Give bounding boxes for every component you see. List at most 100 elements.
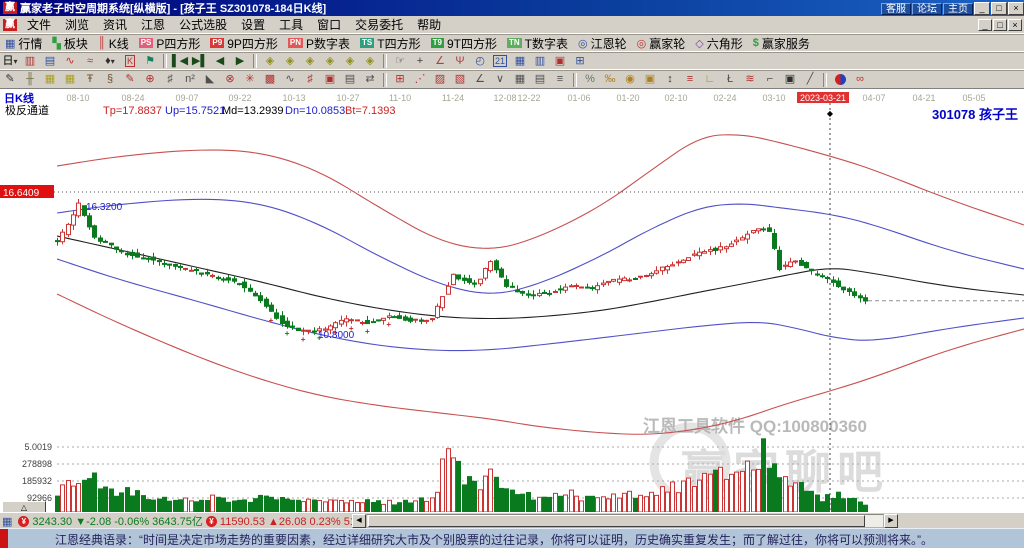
titlebar-link-1[interactable]: 论坛 bbox=[912, 3, 942, 15]
angle-line-icon[interactable]: ∠ bbox=[430, 53, 450, 69]
pan-hand-icon[interactable]: ☞ bbox=[390, 53, 410, 69]
menu-item-7[interactable]: 窗口 bbox=[310, 17, 348, 33]
infinity-icon[interactable]: ∞ bbox=[850, 72, 870, 88]
compress-h-icon[interactable]: ◈ bbox=[300, 53, 320, 69]
pen-red-icon[interactable]: ✎ bbox=[120, 72, 140, 88]
list-box-icon[interactable]: ▤ bbox=[530, 72, 550, 88]
slope-icon[interactable]: ╱ bbox=[800, 72, 820, 88]
dense-grid-icon[interactable]: ▤ bbox=[340, 72, 360, 88]
winner-service-button[interactable]: $赢家服务 bbox=[748, 35, 815, 51]
period-day-dropdown[interactable]: 日▾ bbox=[0, 53, 20, 69]
updown-icon[interactable]: ↕ bbox=[660, 72, 680, 88]
zoom-out-icon[interactable]: ◈ bbox=[260, 53, 280, 69]
9p-square-button[interactable]: P99P四方形 bbox=[205, 35, 282, 51]
wave-large-icon[interactable]: ≈ bbox=[80, 53, 100, 69]
circle-cross-icon[interactable]: ⊕ bbox=[140, 72, 160, 88]
menu-item-6[interactable]: 工具 bbox=[272, 17, 310, 33]
hatch-red2-icon[interactable]: ▧ bbox=[450, 72, 470, 88]
minimize-button[interactable]: _ bbox=[974, 2, 990, 15]
save-icon[interactable]: ▣ bbox=[550, 53, 570, 69]
right-angle-icon[interactable]: ∟ bbox=[700, 72, 720, 88]
comb-grid-icon[interactable]: ♯ bbox=[160, 72, 180, 88]
scrollbar-thumb[interactable] bbox=[368, 515, 865, 527]
target-red-icon[interactable]: ⊗ bbox=[220, 72, 240, 88]
shaded-box-icon[interactable]: ▩ bbox=[260, 72, 280, 88]
kline-chart-area[interactable]: 江恩工具软件 QQ:100800360赢家聊吧08-1008-2409-0709… bbox=[0, 88, 1024, 512]
calendar-21-icon[interactable]: 21 bbox=[490, 53, 510, 69]
titlebar-link-2[interactable]: 主页 bbox=[943, 3, 973, 15]
spiral-icon[interactable]: § bbox=[100, 72, 120, 88]
band-red-icon[interactable]: ♯ bbox=[300, 72, 320, 88]
anchor-box-icon[interactable]: ⊞ bbox=[390, 72, 410, 88]
pencil-tool-icon[interactable]: ✎ bbox=[0, 72, 20, 88]
menu-item-0[interactable]: 文件 bbox=[20, 17, 58, 33]
close-button[interactable]: × bbox=[1008, 2, 1024, 15]
gann-fan-icon[interactable]: Ψ bbox=[450, 53, 470, 69]
fan-lines-icon[interactable]: ⋰ bbox=[410, 72, 430, 88]
gann-wheel-button[interactable]: ◎江恩轮 bbox=[573, 35, 632, 51]
data-table-icon[interactable]: ▥ bbox=[530, 53, 550, 69]
sectors-button[interactable]: ▚板块 bbox=[47, 35, 92, 51]
winner-wheel-button[interactable]: ◎赢家轮 bbox=[632, 35, 691, 51]
t-number-table-button[interactable]: TNT数字表 bbox=[502, 35, 573, 51]
dark-box-icon[interactable]: ▣ bbox=[780, 72, 800, 88]
t-bar-icon[interactable]: Ŧ bbox=[80, 72, 100, 88]
prev-bar-icon[interactable]: ◀ bbox=[210, 53, 230, 69]
first-bar-icon[interactable]: ▌◀ bbox=[170, 53, 190, 69]
menu-item-1[interactable]: 浏览 bbox=[58, 17, 96, 33]
menu-item-9[interactable]: 帮助 bbox=[410, 17, 448, 33]
layers-icon[interactable]: ≡ bbox=[680, 72, 700, 88]
zoom-in-icon[interactable]: ◈ bbox=[280, 53, 300, 69]
compress-v-icon[interactable]: ◈ bbox=[340, 53, 360, 69]
scroll-right-button[interactable]: ▶ bbox=[884, 514, 898, 528]
menu-item-4[interactable]: 公式选股 bbox=[172, 17, 234, 33]
gann-box-yellow-icon[interactable]: ▦ bbox=[40, 72, 60, 88]
candlestick-chart[interactable]: 江恩工具软件 QQ:100800360赢家聊吧08-1008-2409-0709… bbox=[0, 89, 1024, 513]
hatch-red-icon[interactable]: ▨ bbox=[430, 72, 450, 88]
triangle-tool-icon[interactable]: ◣ bbox=[200, 72, 220, 88]
last-bar-icon[interactable]: ▶▌ bbox=[190, 53, 210, 69]
expand-all-icon[interactable]: ◈ bbox=[360, 53, 380, 69]
child-close-button[interactable]: × bbox=[1008, 19, 1022, 31]
t-square-button[interactable]: TST四方形 bbox=[355, 35, 426, 51]
l-lines-icon[interactable]: Ł bbox=[720, 72, 740, 88]
tri-lines-icon[interactable]: ≡ bbox=[550, 72, 570, 88]
kline-style-icon[interactable]: ▥ bbox=[20, 53, 40, 69]
starburst-icon[interactable]: ✳ bbox=[240, 72, 260, 88]
9t-square-button[interactable]: T99T四方形 bbox=[426, 35, 502, 51]
quotes-grid-icon[interactable]: ▦ bbox=[2, 515, 12, 528]
p-number-table-button[interactable]: PNP数字表 bbox=[283, 35, 355, 51]
taiji-icon[interactable] bbox=[830, 72, 850, 88]
expand-h-icon[interactable]: ◈ bbox=[320, 53, 340, 69]
time-wheel-icon[interactable]: ◴ bbox=[470, 53, 490, 69]
steps-icon[interactable]: ⌐ bbox=[760, 72, 780, 88]
hexagon-button[interactable]: ◇六角形 bbox=[690, 35, 747, 51]
n-square-icon[interactable]: n² bbox=[180, 72, 200, 88]
kline-settings-icon[interactable]: K bbox=[120, 53, 140, 69]
next-bar-icon[interactable]: ▶ bbox=[230, 53, 250, 69]
titlebar-link-0[interactable]: 客服 bbox=[881, 3, 911, 15]
child-restore-button[interactable]: □ bbox=[993, 19, 1007, 31]
gann-box-yellow2-icon[interactable]: ▦ bbox=[60, 72, 80, 88]
scrollbar-track[interactable] bbox=[366, 514, 884, 528]
wave-small-icon[interactable]: ∿ bbox=[60, 53, 80, 69]
zigzag-icon[interactable]: ∿ bbox=[280, 72, 300, 88]
kline-button[interactable]: ║K线 bbox=[93, 35, 134, 51]
scroll-left-button[interactable]: ◀ bbox=[352, 514, 366, 528]
crosshair-icon[interactable]: + bbox=[410, 53, 430, 69]
restore-button[interactable]: □ bbox=[991, 2, 1007, 15]
menu-item-3[interactable]: 江恩 bbox=[134, 17, 172, 33]
quotes-button[interactable]: ▦行情 bbox=[0, 35, 47, 51]
horizontal-scrollbar[interactable]: ◀ ▶ bbox=[352, 514, 898, 528]
info-board-icon[interactable]: ▤ bbox=[40, 53, 60, 69]
export-icon[interactable]: ⊞ bbox=[570, 53, 590, 69]
calculator-icon[interactable]: ▦ bbox=[510, 53, 530, 69]
candle-style-dropdown[interactable]: ♦▾ bbox=[100, 53, 120, 69]
sh-index-quote[interactable]: 3243.30 ▼-2.08 -0.06% 3643.75亿 bbox=[32, 513, 203, 529]
hatch-grid-icon[interactable]: ╫ bbox=[20, 72, 40, 88]
menu-item-2[interactable]: 资讯 bbox=[96, 17, 134, 33]
block-red-icon[interactable]: ▣ bbox=[320, 72, 340, 88]
flag-icon[interactable]: ⚑ bbox=[140, 53, 160, 69]
permille-icon[interactable]: ‰ bbox=[600, 72, 620, 88]
menu-item-8[interactable]: 交易委托 bbox=[348, 17, 410, 33]
